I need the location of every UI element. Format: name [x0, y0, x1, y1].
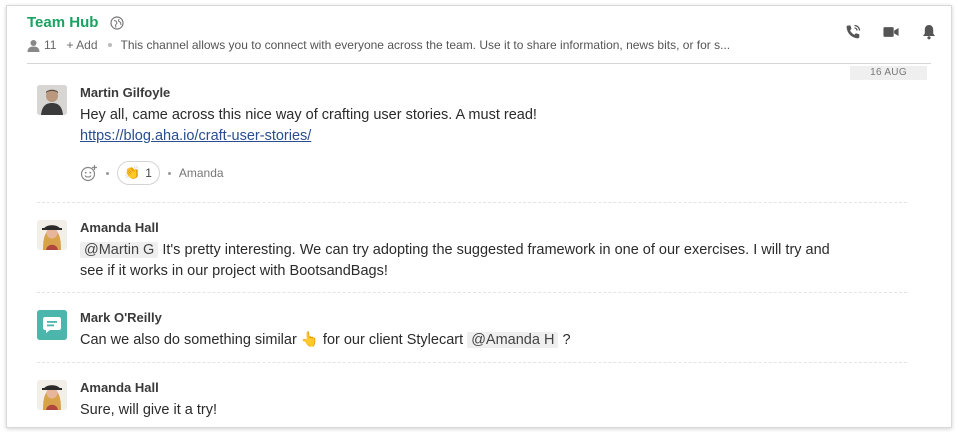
bell-icon[interactable]: [921, 24, 937, 40]
separator-dot: [167, 171, 171, 175]
message-item: Amanda Hall @Martin G It's pretty intere…: [37, 220, 907, 288]
reaction-count: 1: [145, 166, 152, 180]
title-row: Team Hub: [27, 14, 125, 31]
message-body-after: for our client Stylecart: [322, 332, 464, 348]
message-item: Mark O'Reilly Can we also do something s…: [37, 310, 907, 358]
mention-tag[interactable]: @Martin G: [80, 242, 159, 258]
phone-icon[interactable]: [845, 24, 861, 40]
message-divider: [37, 202, 907, 203]
message-text: Can we also do something similar 👆 for o…: [80, 330, 880, 351]
message-body-end: ?: [562, 332, 571, 348]
message-text: @Martin G It's pretty interesting. We ca…: [80, 240, 880, 282]
message-content: Martin Gilfoyle Hey all, came across thi…: [80, 85, 880, 185]
pointing-up-emoji: 👆: [300, 332, 319, 348]
mention-tag[interactable]: @Amanda H: [467, 332, 559, 348]
header-divider: [27, 63, 931, 64]
message-author[interactable]: Mark O'Reilly: [80, 310, 880, 326]
message-body-continued: see if it works in our project with Boot…: [80, 263, 388, 279]
message-body: Hey all, came across this nice way of cr…: [80, 107, 537, 123]
message-content: Mark O'Reilly Can we also do something s…: [80, 310, 880, 351]
reacted-by[interactable]: Amanda: [179, 166, 224, 180]
message-text: Hey all, came across this nice way of cr…: [80, 105, 880, 147]
message-body: It's pretty interesting. We can try adop…: [162, 242, 830, 258]
globe-icon[interactable]: [110, 15, 125, 30]
message-link[interactable]: https://blog.aha.io/craft-user-stories/: [80, 128, 311, 144]
message-content: Amanda Hall @Martin G It's pretty intere…: [80, 220, 880, 282]
add-member-link[interactable]: + Add: [66, 38, 97, 52]
channel-header: Team Hub 11 + Add This channel allows yo…: [7, 6, 951, 64]
channel-title[interactable]: Team Hub: [27, 14, 98, 31]
avatar[interactable]: [37, 85, 67, 115]
reaction-chip[interactable]: 👏 1: [117, 161, 160, 185]
message-body: Can we also do something similar: [80, 332, 297, 348]
add-reaction-icon[interactable]: [80, 164, 98, 182]
avatar[interactable]: [37, 220, 67, 250]
channel-meta: 11 + Add This channel allows you to conn…: [27, 38, 797, 52]
channel-description: This channel allows you to connect with …: [120, 38, 731, 52]
message-item: Amanda Hall Sure, will give it a try!: [37, 380, 907, 427]
message-author[interactable]: Martin Gilfoyle: [80, 85, 880, 101]
separator-dot: [106, 171, 109, 175]
avatar[interactable]: [37, 380, 67, 410]
clap-emoji: 👏: [124, 165, 141, 180]
reactions-bar: 👏 1 Amanda: [80, 161, 880, 185]
video-icon[interactable]: [883, 24, 899, 40]
message-text: Sure, will give it a try!: [80, 402, 217, 418]
message-item: Martin Gilfoyle Hey all, came across thi…: [37, 85, 907, 195]
separator-dot: [107, 43, 112, 47]
member-count[interactable]: 11: [44, 38, 56, 52]
message-divider: [37, 292, 907, 293]
message-divider: [37, 362, 907, 363]
date-separator: 16 AUG: [850, 66, 927, 80]
message-author[interactable]: Amanda Hall: [80, 380, 880, 396]
members-icon: [27, 39, 40, 52]
message-content: Amanda Hall Sure, will give it a try!: [80, 380, 880, 421]
header-actions: [823, 24, 937, 40]
message-author[interactable]: Amanda Hall: [80, 220, 880, 236]
bot-avatar[interactable]: [37, 310, 67, 340]
chat-window: Team Hub 11 + Add This channel allows yo…: [6, 5, 952, 428]
